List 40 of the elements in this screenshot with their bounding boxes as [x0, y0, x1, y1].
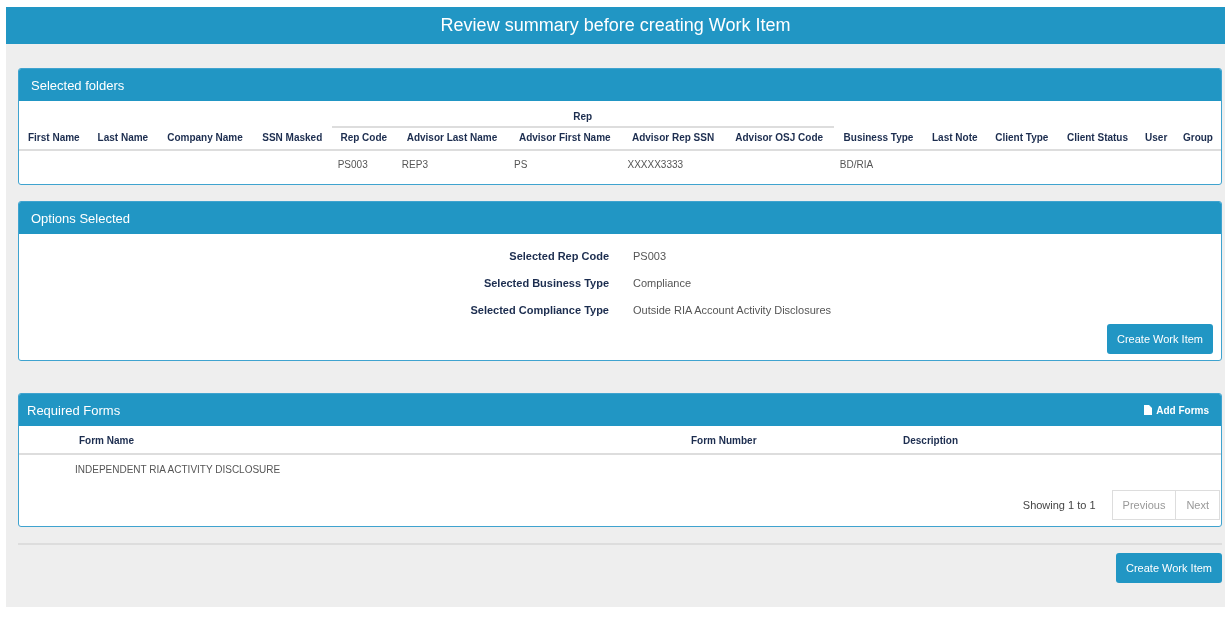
column-header: Group	[1174, 127, 1221, 150]
page-title: Review summary before creating Work Item	[440, 15, 791, 36]
column-header: Last Name	[88, 127, 158, 150]
column-header: Company Name	[157, 127, 253, 150]
column-header: User	[1137, 127, 1175, 150]
option-value: Compliance	[633, 277, 693, 289]
create-work-item-button[interactable]: Create Work Item	[1107, 324, 1213, 354]
option-value: PS003	[633, 250, 668, 262]
add-forms-link[interactable]: Add Forms	[1144, 404, 1209, 416]
column-header: Form Name	[19, 426, 685, 454]
column-header: SSN Masked	[252, 127, 332, 150]
table-cell: PS	[514, 159, 528, 170]
panel-title: Required Forms	[27, 402, 121, 418]
column-header: Advisor Last Name	[395, 127, 509, 150]
column-header: Business Type	[833, 127, 924, 150]
panel-title: Selected folders	[31, 77, 125, 93]
column-header: Last Note	[923, 127, 987, 150]
table-cell: XXXXX3333	[627, 159, 684, 170]
table-cell: INDEPENDENT RIA ACTIVITY DISCLOSURE	[75, 464, 281, 475]
column-header: Rep Code	[331, 127, 396, 150]
column-group-header: Rep	[331, 101, 834, 127]
column-header: First Name	[19, 127, 89, 150]
column-header: Advisor First Name	[508, 127, 622, 150]
column-header: Advisor OSJ Code	[724, 127, 834, 150]
option-label: Selected Compliance Type	[469, 304, 609, 316]
panel-title: Options Selected	[31, 210, 130, 226]
document-icon	[1144, 405, 1153, 415]
table-cell: BD/RIA	[839, 159, 874, 170]
table-cell: REP3	[401, 159, 428, 170]
column-header: Client Status	[1057, 127, 1138, 150]
option-value: Outside RIA Account Activity Disclosures	[633, 304, 833, 316]
column-header: Advisor Rep SSN	[621, 127, 725, 150]
option-label: Selected Rep Code	[508, 250, 609, 262]
column-header: Description	[897, 426, 1221, 454]
create-work-item-button[interactable]: Create Work Item	[1116, 553, 1222, 583]
column-header: Form Number	[685, 426, 897, 454]
option-label: Selected Business Type	[482, 277, 609, 289]
pagination-info: Showing 1 to 1	[1022, 499, 1096, 511]
column-header: Client Type	[986, 127, 1058, 150]
table-cell: PS003	[337, 159, 368, 170]
